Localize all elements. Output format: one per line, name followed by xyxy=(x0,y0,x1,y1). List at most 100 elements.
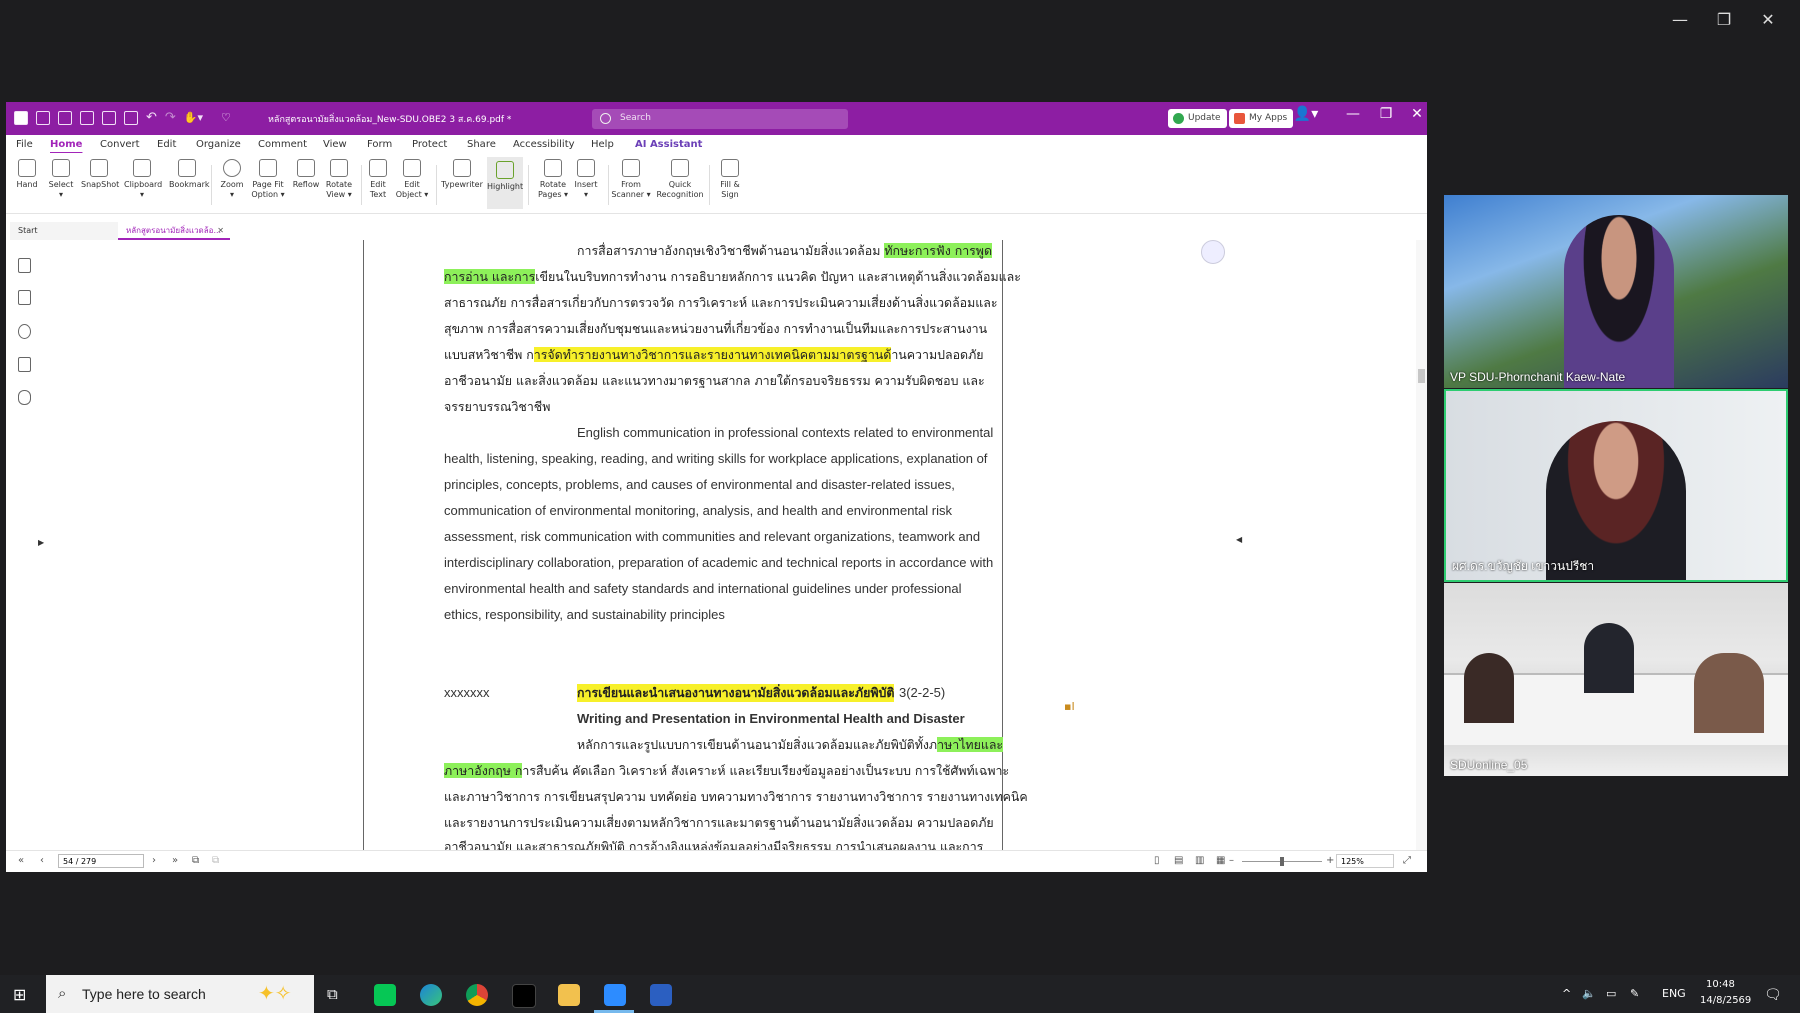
ai-assistant-icon[interactable] xyxy=(1201,240,1225,264)
menu-file[interactable]: File xyxy=(16,139,33,150)
tiktok-app-icon[interactable] xyxy=(512,984,536,1008)
fill-sign-tool[interactable]: Fill & Sign xyxy=(712,159,748,200)
volume-icon[interactable]: 🔈 xyxy=(1582,987,1596,1000)
menu-ai-assistant[interactable]: AI Assistant xyxy=(635,139,702,150)
menu-convert[interactable]: Convert xyxy=(100,139,140,150)
task-view-icon[interactable]: ⧉ xyxy=(327,985,338,1003)
hand-dropdown-icon[interactable]: ✋▾ xyxy=(184,111,203,124)
zoom-out-icon[interactable]: – xyxy=(1229,855,1234,866)
clock-time[interactable]: 10:48 xyxy=(1706,979,1735,990)
zoom-slider[interactable] xyxy=(1242,857,1322,866)
menu-view[interactable]: View xyxy=(323,139,347,150)
clipboard-tool[interactable]: Clipboard ▾ xyxy=(124,159,162,200)
tab-start[interactable]: Start xyxy=(10,222,118,240)
app-restore-icon[interactable]: ❐ xyxy=(1371,106,1401,122)
taskbar-search-input[interactable]: ⌕ Type here to search ✦✧ xyxy=(46,975,314,1013)
menu-edit[interactable]: Edit xyxy=(157,139,176,150)
single-page-icon[interactable]: ▯ xyxy=(1154,855,1160,866)
rotate-view-tool[interactable]: Rotate View ▾ xyxy=(321,159,357,200)
word-app-icon[interactable] xyxy=(650,984,672,1006)
rotate-pages-tool[interactable]: Rotate Pages ▾ xyxy=(535,159,571,200)
reflow-tool[interactable]: Reflow xyxy=(288,159,324,190)
cover-page-icon[interactable]: ▦ xyxy=(1216,855,1225,866)
undo-icon[interactable]: ↶ xyxy=(146,110,157,125)
document-viewport[interactable]: การสื่อสารภาษาอังกฤษเชิงวิชาชีพด้านอนามั… xyxy=(46,240,1416,850)
menu-accessibility[interactable]: Accessibility xyxy=(513,139,575,150)
highlight-tool[interactable]: Highlight xyxy=(487,157,523,209)
update-button[interactable]: Update xyxy=(1168,109,1227,128)
tray-overflow-icon[interactable]: ^ xyxy=(1562,987,1571,1000)
account-icon[interactable]: 👤▾ xyxy=(1291,106,1321,122)
menu-organize[interactable]: Organize xyxy=(196,139,241,150)
bookmark-panel-icon[interactable] xyxy=(18,258,31,273)
zoom-tool[interactable]: Zoom ▾ xyxy=(214,159,250,200)
vertical-scrollbar[interactable] xyxy=(1416,240,1427,850)
edge-browser-icon[interactable] xyxy=(420,984,442,1006)
comments-panel-icon[interactable] xyxy=(18,324,31,339)
notification-icon[interactable]: 🗨 xyxy=(1764,987,1782,1003)
previous-page-icon[interactable]: ‹ xyxy=(40,855,44,866)
restore-icon[interactable]: ❐ xyxy=(1702,8,1746,32)
my-apps-button[interactable]: My Apps xyxy=(1229,109,1294,128)
edit-text-tool[interactable]: Edit Text xyxy=(360,159,396,200)
print-icon[interactable] xyxy=(80,110,94,125)
redo-icon[interactable]: ↷ xyxy=(165,110,176,125)
fullscreen-icon[interactable]: ⤢ xyxy=(1403,855,1411,866)
insert-tool[interactable]: Insert ▾ xyxy=(568,159,604,200)
network-icon[interactable]: ▭ xyxy=(1606,987,1616,1000)
select-tool[interactable]: Select ▾ xyxy=(43,159,79,200)
page-fit-tool[interactable]: Page Fit Option ▾ xyxy=(250,159,286,200)
windows-start-icon[interactable]: ⊞ xyxy=(13,985,26,1004)
menu-help[interactable]: Help xyxy=(591,139,614,150)
save-icon[interactable] xyxy=(58,110,72,125)
menu-comment[interactable]: Comment xyxy=(258,139,307,150)
hand-tool[interactable]: Hand xyxy=(9,159,45,190)
copy-page-icon[interactable]: ⧉ xyxy=(192,855,199,866)
zoom-slider-knob[interactable] xyxy=(1280,857,1284,866)
pen-tray-icon[interactable]: ✎ xyxy=(1630,987,1639,1000)
minimize-icon[interactable]: — xyxy=(1658,8,1702,32)
facing-page-icon[interactable]: ▥ xyxy=(1195,855,1204,866)
from-scanner-tool[interactable]: From Scanner ▾ xyxy=(609,159,653,200)
continuous-page-icon[interactable]: ▤ xyxy=(1174,855,1183,866)
app-close-icon[interactable]: ✕ xyxy=(1402,106,1432,122)
tab-close-icon[interactable]: ✕ xyxy=(217,222,224,240)
clock-date[interactable]: 14/8/2569 xyxy=(1700,995,1751,1006)
last-page-icon[interactable]: » xyxy=(172,855,178,866)
new-icon[interactable] xyxy=(102,110,116,125)
search-input[interactable]: Search xyxy=(592,109,848,129)
next-page-icon[interactable]: › xyxy=(152,855,156,866)
close-icon[interactable]: ✕ xyxy=(1746,8,1790,32)
paste-page-icon[interactable]: ⧉ xyxy=(212,855,219,866)
collapse-right-panel-icon[interactable]: ◀ xyxy=(1236,535,1242,544)
page-number-input[interactable]: 54 / 279 xyxy=(58,854,144,868)
menu-protect[interactable]: Protect xyxy=(412,139,447,150)
snapshot-tool[interactable]: SnapShot xyxy=(81,159,119,190)
scrollbar-thumb[interactable] xyxy=(1418,369,1425,383)
line-app-icon[interactable] xyxy=(374,984,396,1006)
video-tile-3[interactable]: SDUonline_05 xyxy=(1444,583,1788,776)
menu-home[interactable]: Home xyxy=(50,139,82,150)
open-icon[interactable] xyxy=(36,110,50,125)
zoom-in-icon[interactable]: + xyxy=(1326,855,1334,866)
video-tile-2-active-speaker[interactable]: ผศ.ดร.ขวัญชัย เขาวนปรีชา xyxy=(1444,389,1788,582)
app-minimize-icon[interactable]: — xyxy=(1338,106,1368,122)
bookmark-tool[interactable]: Bookmark xyxy=(169,159,210,190)
file-explorer-icon[interactable] xyxy=(558,984,580,1006)
chrome-browser-icon[interactable] xyxy=(466,984,488,1006)
first-page-icon[interactable]: « xyxy=(18,855,24,866)
attachment-icon[interactable] xyxy=(18,390,31,405)
video-tile-1[interactable]: VP SDU-Phornchanit Kaew-Nate xyxy=(1444,195,1788,388)
zoom-level-select[interactable]: 125% xyxy=(1336,854,1394,868)
layers-panel-icon[interactable] xyxy=(18,357,31,372)
zoom-app-icon[interactable] xyxy=(604,984,626,1006)
language-indicator[interactable]: ENG xyxy=(1662,987,1686,1000)
edit-object-tool[interactable]: Edit Object ▾ xyxy=(394,159,430,200)
menu-form[interactable]: Form xyxy=(367,139,392,150)
menu-share[interactable]: Share xyxy=(467,139,496,150)
quick-recognition-tool[interactable]: Quick Recognition xyxy=(654,159,706,200)
tab-document[interactable]: หลักสูตรอนามัยสิ่งแวดล้อ... ✕ xyxy=(118,222,230,240)
expand-panel-icon[interactable]: ▶ xyxy=(38,538,44,547)
export-icon[interactable] xyxy=(124,110,138,125)
typewriter-tool[interactable]: Typewriter xyxy=(439,159,485,190)
